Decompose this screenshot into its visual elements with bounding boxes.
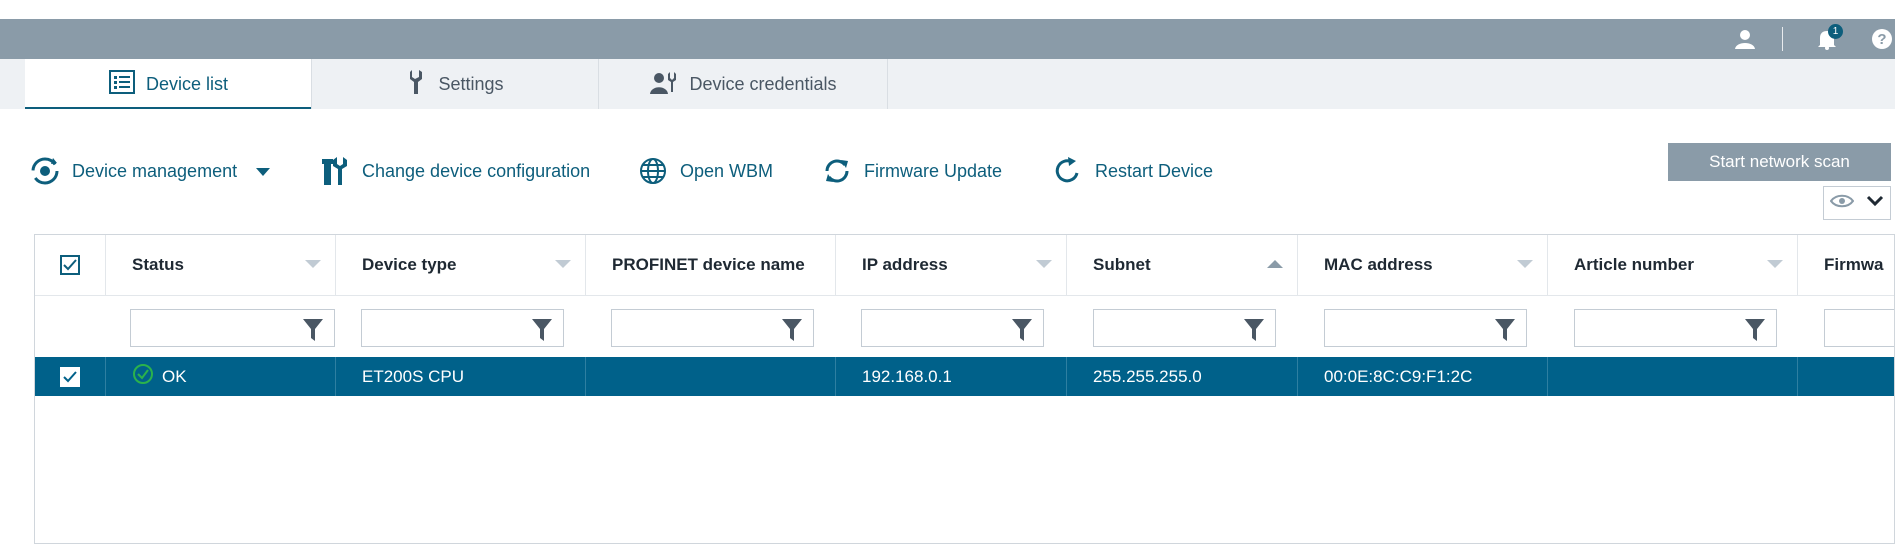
filter-icon[interactable]: [781, 318, 803, 347]
open-wbm-button[interactable]: Open WBM: [636, 149, 773, 193]
open-wbm-label: Open WBM: [680, 160, 774, 181]
sort-ascending-icon: [1267, 260, 1283, 268]
column-header-firmware[interactable]: Firmwa: [1798, 235, 1894, 295]
column-label: Status: [132, 255, 184, 274]
tab-settings[interactable]: Settings: [312, 59, 599, 109]
status-text: OK: [162, 366, 187, 386]
filter-icon[interactable]: [302, 318, 324, 347]
device-table: Status Device type PROFINET device name …: [34, 234, 1895, 544]
list-icon: [108, 69, 136, 100]
column-header-device-type[interactable]: Device type: [336, 235, 586, 295]
filter-icon[interactable]: [1494, 318, 1516, 347]
restart-device-button[interactable]: Restart Device: [1051, 149, 1213, 193]
filter-device-type-input[interactable]: [361, 309, 564, 347]
help-icon[interactable]: ?: [1869, 27, 1895, 51]
column-label: Subnet: [1093, 255, 1151, 274]
topbar-separator: [1782, 27, 1783, 51]
tab-label: Settings: [438, 73, 504, 94]
help-glyph: ?: [1877, 30, 1887, 48]
restart-icon: [1051, 154, 1085, 188]
cell-profinet-name: [586, 357, 836, 396]
column-label: MAC address: [1324, 255, 1433, 274]
table-row[interactable]: OK ET200S CPU 192.168.0.1 255.255.255.0 …: [35, 357, 1894, 396]
cell-firmware: [1798, 357, 1894, 396]
filter-icon[interactable]: [1243, 318, 1265, 347]
column-label: Article number: [1574, 255, 1694, 274]
cell-status: OK: [106, 357, 336, 396]
chevron-down-icon: [1866, 194, 1884, 212]
cell-subnet: 255.255.255.0: [1067, 357, 1298, 396]
globe-icon: [636, 154, 670, 188]
column-header-ip-address[interactable]: IP address: [836, 235, 1067, 295]
filter-status-input[interactable]: [130, 309, 335, 347]
select-all-cell: [35, 235, 106, 295]
user-icon[interactable]: [1732, 27, 1758, 51]
column-label: IP address: [862, 255, 948, 274]
filter-row: [35, 296, 1894, 357]
cell-mac-address: 00:0E:8C:C9:F1:2C: [1298, 357, 1548, 396]
device-management-label: Device management: [72, 160, 238, 181]
filter-subnet-input[interactable]: [1093, 309, 1276, 347]
filter-icon[interactable]: [1011, 318, 1033, 347]
filter-icon[interactable]: [1744, 318, 1766, 347]
filter-firmware-input[interactable]: [1824, 309, 1894, 347]
check-circle-icon: [132, 363, 154, 390]
tab-bar: Device list Settings Device credentials: [0, 59, 1895, 109]
user-key-icon: [649, 68, 679, 101]
firmware-update-label: Firmware Update: [864, 160, 1003, 181]
cell-ip-address: 192.168.0.1: [836, 357, 1067, 396]
sort-icon: [305, 260, 321, 268]
eye-icon: [1829, 194, 1855, 213]
refresh-icon: [820, 154, 854, 188]
sort-icon: [1036, 260, 1052, 268]
column-header-article-number[interactable]: Article number: [1548, 235, 1798, 295]
column-header-profinet-name[interactable]: PROFINET device name: [586, 235, 836, 295]
device-management-icon: [28, 154, 62, 188]
cell-device-type: ET200S CPU: [336, 357, 586, 396]
wrench-icon: [406, 68, 428, 101]
tab-device-list[interactable]: Device list: [25, 59, 312, 109]
sort-icon: [555, 260, 571, 268]
select-all-checkbox[interactable]: [60, 255, 80, 275]
row-select-cell: [35, 357, 106, 396]
column-header-status[interactable]: Status: [106, 235, 336, 295]
cell-article-number: [1548, 357, 1798, 396]
tab-label: Device credentials: [689, 73, 837, 94]
column-label: Device type: [362, 255, 457, 274]
chevron-down-icon: [255, 161, 271, 182]
column-visibility-button[interactable]: [1823, 186, 1891, 220]
tab-label: Device list: [145, 73, 229, 94]
column-label: Firmwa: [1824, 255, 1884, 274]
sort-icon: [1767, 260, 1783, 268]
change-config-button[interactable]: Change device configuration: [318, 149, 590, 193]
notification-badge: 1: [1828, 24, 1843, 39]
sort-icon: [1517, 260, 1533, 268]
restart-device-label: Restart Device: [1095, 160, 1214, 181]
bell-icon[interactable]: 1: [1814, 24, 1843, 51]
filter-mac-address-input[interactable]: [1324, 309, 1527, 347]
tab-device-credentials[interactable]: Device credentials: [599, 59, 888, 109]
filter-article-number-input[interactable]: [1574, 309, 1777, 347]
column-label: PROFINET device name: [612, 255, 805, 274]
action-toolbar: Device management Change device configur…: [0, 109, 1895, 229]
change-config-label: Change device configuration: [362, 160, 591, 181]
row-checkbox[interactable]: [60, 366, 80, 387]
device-management-dropdown[interactable]: Device management: [28, 149, 271, 193]
column-header-mac-address[interactable]: MAC address: [1298, 235, 1548, 295]
top-bar: 1 ?: [0, 19, 1895, 59]
filter-icon[interactable]: [531, 318, 553, 347]
firmware-update-button[interactable]: Firmware Update: [820, 149, 1002, 193]
table-header: Status Device type PROFINET device name …: [35, 235, 1894, 296]
filter-profinet-name-input[interactable]: [611, 309, 814, 347]
column-header-subnet[interactable]: Subnet: [1067, 235, 1298, 295]
tools-icon: [318, 154, 352, 188]
filter-ip-address-input[interactable]: [861, 309, 1044, 347]
start-network-scan-button[interactable]: Start network scan: [1668, 143, 1891, 181]
